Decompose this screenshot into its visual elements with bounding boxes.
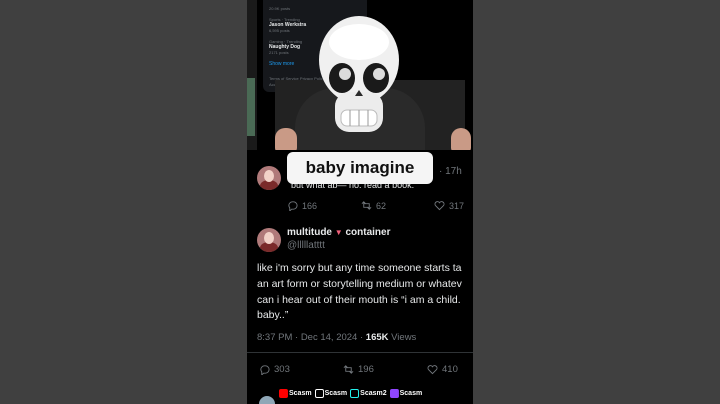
social-twitch[interactable]: Scasm bbox=[389, 389, 423, 398]
video-frame: 20.9K posts Sports · Trending Jason Werk… bbox=[247, 0, 473, 404]
triangle-emoji-icon: ▼ bbox=[334, 228, 343, 237]
comment-icon bbox=[260, 365, 270, 375]
social-handle: Scasm2 bbox=[360, 390, 387, 397]
blurred-backdrop-right bbox=[473, 0, 720, 404]
blurred-backdrop-left bbox=[0, 0, 247, 404]
reply-count: 166 bbox=[302, 200, 318, 211]
social-handle: Scasm bbox=[399, 390, 423, 397]
repost-icon bbox=[361, 201, 372, 210]
views-count: 165K bbox=[365, 332, 389, 343]
post-timestamp[interactable]: 8:37 PM · Dec 14, 2024 · bbox=[257, 332, 366, 343]
like-count: 410 bbox=[442, 364, 458, 375]
comment-icon bbox=[288, 201, 298, 211]
hand-right bbox=[451, 128, 471, 152]
social-handle: Scasm bbox=[324, 390, 348, 397]
trend-item[interactable]: 20.9K posts bbox=[269, 6, 361, 11]
social-tiktok[interactable]: Scasm2 bbox=[350, 389, 387, 398]
trend-count: 20.9K posts bbox=[269, 6, 291, 11]
browser-edge bbox=[247, 0, 257, 150]
post-comment-button[interactable]: 303 bbox=[259, 364, 290, 375]
twitch-icon bbox=[389, 389, 399, 398]
heart-icon bbox=[427, 365, 438, 375]
post-meta: 8:37 PM · Dec 14, 2024 · 165K Views bbox=[257, 332, 416, 343]
heart-icon bbox=[434, 201, 445, 211]
reply-like-button[interactable]: 317 bbox=[434, 200, 464, 211]
tiktok-icon bbox=[350, 389, 360, 398]
video-caption: baby imagine bbox=[287, 152, 433, 184]
views-label: Views bbox=[388, 332, 417, 343]
hand-left bbox=[275, 128, 297, 152]
skull-emoji-icon bbox=[319, 16, 399, 132]
post-text-line: an art form or storytelling medium or wh… bbox=[257, 278, 462, 290]
social-handle: Scasm bbox=[289, 390, 312, 397]
social-handles-bar: Scasm Scasm Scasm2 Scasm bbox=[279, 389, 422, 398]
author-name-suffix: container bbox=[345, 227, 391, 238]
post-text-line: baby..” bbox=[257, 309, 289, 321]
repost-count: 196 bbox=[358, 364, 374, 375]
reply-timestamp[interactable]: · 17h bbox=[439, 166, 462, 177]
youtube-icon bbox=[279, 389, 288, 398]
repost-count: 62 bbox=[376, 200, 387, 211]
reply-count: 303 bbox=[274, 364, 290, 375]
post-repost-button[interactable]: 196 bbox=[343, 364, 374, 375]
post-text-line: can i hear out of their mouth is “i am a… bbox=[257, 294, 461, 306]
social-x[interactable]: Scasm bbox=[314, 389, 348, 398]
post-author-handle[interactable]: @lllllatttt bbox=[287, 240, 325, 251]
like-count: 317 bbox=[449, 200, 465, 211]
post-avatar[interactable] bbox=[257, 228, 281, 252]
divider bbox=[247, 352, 473, 353]
x-icon bbox=[314, 389, 324, 398]
post-like-button[interactable]: 410 bbox=[427, 364, 458, 375]
reply-avatar[interactable] bbox=[257, 166, 281, 190]
repost-icon bbox=[343, 365, 354, 374]
social-youtube[interactable]: Scasm bbox=[279, 389, 312, 398]
post-author-name[interactable]: multitude ▼ container bbox=[287, 227, 391, 238]
post-text-line: like i'm sorry but any time someone star… bbox=[257, 262, 462, 274]
reply-comment-button[interactable]: 166 bbox=[287, 200, 317, 211]
author-name-text: multitude bbox=[287, 227, 332, 238]
reply-repost-button[interactable]: 62 bbox=[361, 200, 386, 211]
